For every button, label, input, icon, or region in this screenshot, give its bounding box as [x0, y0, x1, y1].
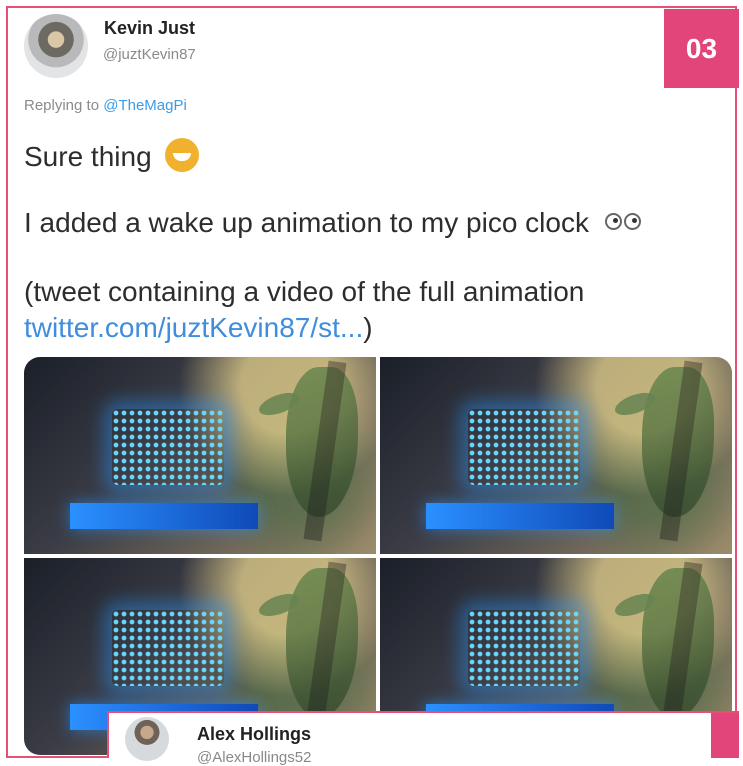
tweet-line-3: (tweet containing a video of the full an…: [24, 276, 585, 307]
tweet-text-line-2: I added a wake up animation to my pico c…: [24, 207, 589, 238]
tweet-number-badge: 03: [664, 9, 739, 88]
media-tile-1[interactable]: [24, 357, 376, 554]
next-avatar[interactable]: [125, 717, 169, 761]
tweet-link-close: ): [363, 312, 373, 343]
replying-to: Replying to @TheMagPi: [24, 97, 187, 114]
next-author-name[interactable]: Alex Hollings: [197, 724, 311, 745]
media-grid[interactable]: [24, 357, 732, 755]
plant-image-element: [642, 367, 714, 517]
tweet-line-1: Sure thing: [24, 138, 200, 173]
plant-image-element: [642, 568, 714, 718]
plant-image-element: [286, 568, 358, 718]
tweet-text-line-1: Sure thing: [24, 141, 152, 172]
author-name[interactable]: Kevin Just: [104, 18, 195, 39]
next-tweet-badge: [711, 713, 739, 758]
avatar[interactable]: [24, 14, 88, 78]
tweet-line-2: I added a wake up animation to my pico c…: [24, 205, 643, 239]
tweet-link-line: twitter.com/juztKevin87/st...): [24, 312, 373, 344]
tweet-link[interactable]: twitter.com/juztKevin87/st...: [24, 312, 363, 343]
plant-image-element: [286, 367, 358, 517]
replying-prefix: Replying to: [24, 97, 100, 114]
eyes-emoji-icon: [604, 205, 643, 237]
replying-handle-link[interactable]: @TheMagPi: [103, 97, 187, 114]
media-tile-2[interactable]: [380, 357, 732, 554]
grinning-emoji-icon: [165, 138, 200, 172]
next-tweet-preview[interactable]: Alex Hollings @AlexHollings52: [107, 711, 739, 766]
author-handle[interactable]: @juztKevin87: [103, 46, 196, 63]
